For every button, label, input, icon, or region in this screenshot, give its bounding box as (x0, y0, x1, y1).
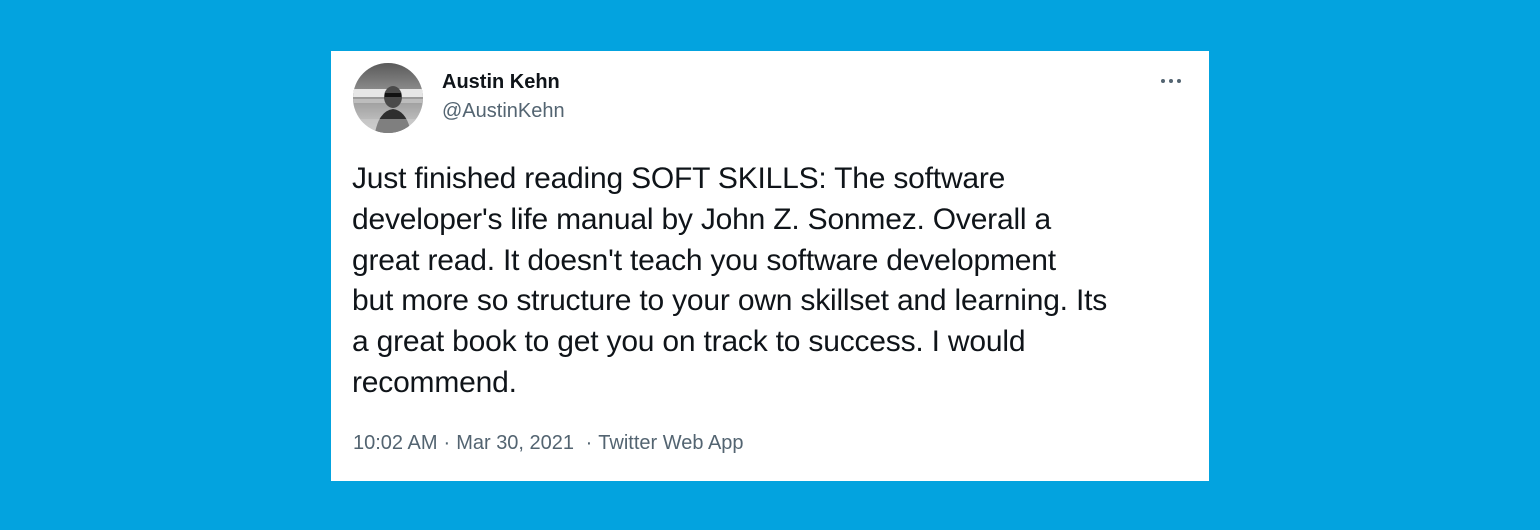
avatar-photo (353, 63, 423, 133)
meta-separator: · (443, 432, 451, 454)
tweet-time: 10:02 AM (353, 432, 438, 454)
tweet-text-line: a great book to get you on track to succ… (352, 325, 1026, 359)
tweet-text-line: Just finished reading SOFT SKILLS: The s… (352, 162, 1006, 195)
tweet-timestamp[interactable]: 10:02 AM · Mar 30, 2021 (353, 432, 580, 454)
tweet-text-line: developer's life manual by John Z. Sonme… (352, 202, 1052, 236)
tweet-card: Austin Kehn @AustinKehn Just finished re… (331, 51, 1209, 481)
tweet-meta: 10:02 AM · Mar 30, 2021 · Twitter Web App (353, 432, 744, 455)
more-options-button[interactable] (1151, 69, 1191, 93)
tweet-text-line: recommend. (352, 365, 517, 399)
tweet-source-link[interactable]: Twitter Web App (598, 432, 743, 454)
more-horizontal-icon (1161, 79, 1181, 83)
tweet-date: Mar 30, 2021 (456, 432, 575, 454)
author-handle[interactable]: @AustinKehn (442, 100, 565, 123)
tweet-text-line: great read. It doesn't teach you softwar… (352, 243, 1056, 277)
tweet-text: Just finished reading SOFT SKILLS: The s… (352, 159, 1197, 404)
avatar[interactable] (353, 63, 423, 133)
meta-separator: · (585, 432, 593, 454)
author-display-name[interactable]: Austin Kehn (442, 71, 560, 94)
tweet-text-line: but more so structure to your own skills… (352, 284, 1108, 318)
